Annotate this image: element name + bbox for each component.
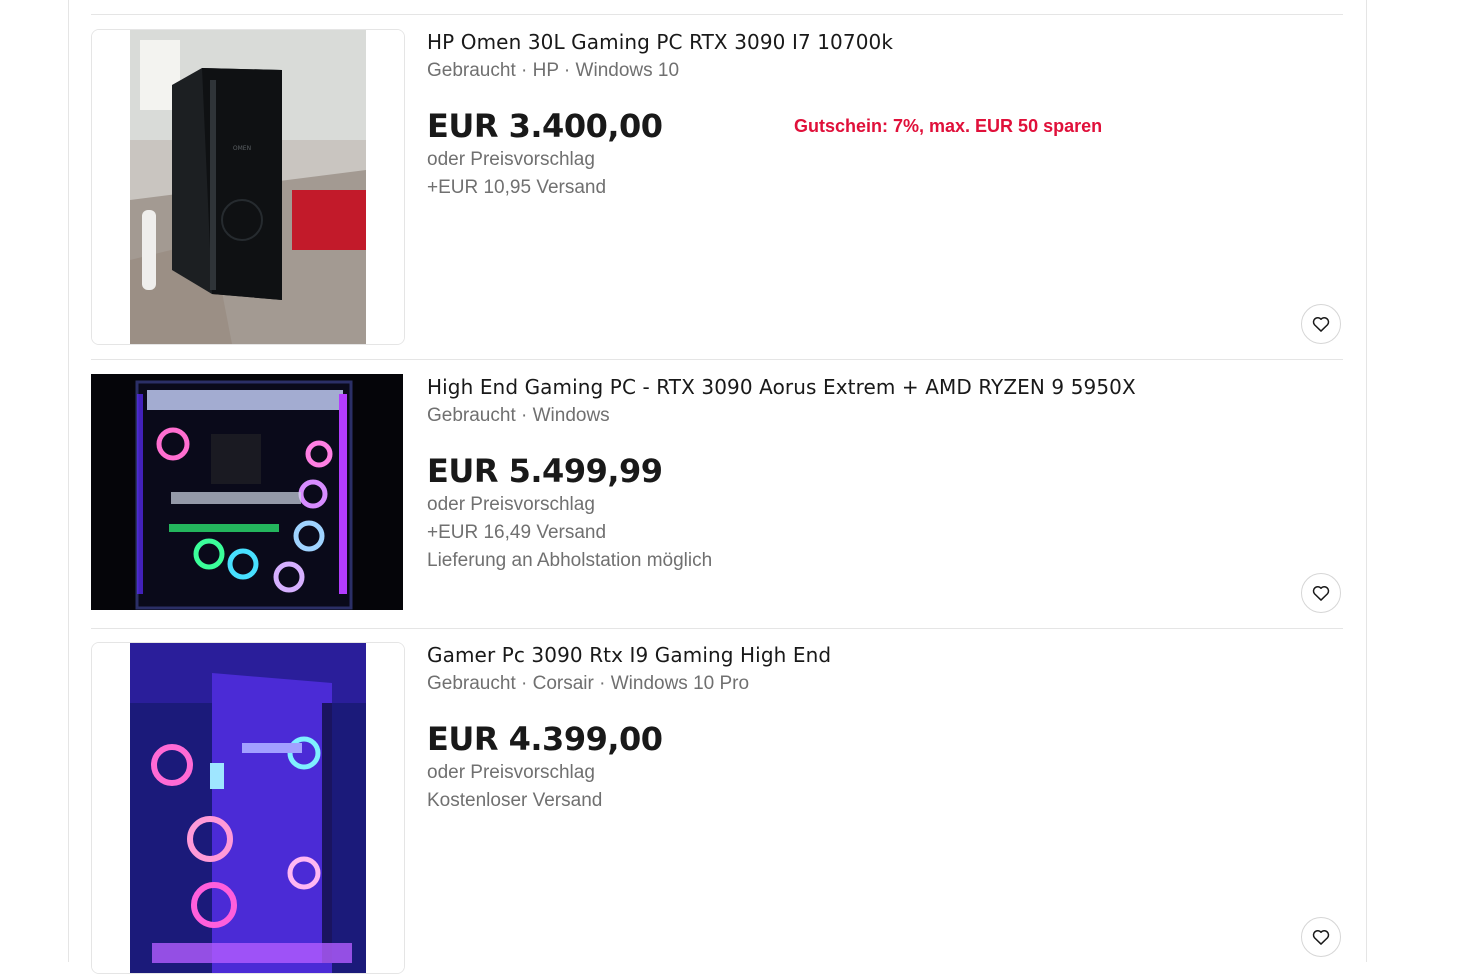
shipping-cost: +EUR 16,49 Versand: [427, 522, 607, 543]
best-offer-label: oder Preisvorschlag: [427, 494, 595, 515]
listing-image[interactable]: [91, 374, 403, 610]
item-divider: [91, 359, 1343, 360]
item-divider: [91, 628, 1343, 629]
shipping-cost: Kostenloser Versand: [427, 790, 603, 811]
heart-icon: [1312, 317, 1330, 332]
listing-price: EUR 4.399,00: [427, 720, 663, 758]
watchlist-button[interactable]: [1301, 917, 1341, 957]
listing-price: EUR 3.400,00: [427, 107, 663, 145]
gaming-pc-black-tower-photo: OMEN: [92, 30, 404, 344]
listing-subtitle: Gebraucht · HP · Windows 10: [427, 60, 680, 81]
watchlist-button[interactable]: [1301, 573, 1341, 613]
best-offer-label: oder Preisvorschlag: [427, 149, 595, 170]
heart-icon: [1312, 930, 1330, 945]
coupon-label[interactable]: Gutschein: 7%, max. EUR 50 sparen: [794, 116, 1102, 137]
listing-item[interactable]: High End Gaming PC - RTX 3090 Aorus Extr…: [91, 374, 1343, 628]
listing-title[interactable]: HP Omen 30L Gaming PC RTX 3090 I7 10700k: [427, 30, 893, 54]
listing-item[interactable]: OMEN HP Omen 30L Gaming PC RTX 3090 I7 1…: [91, 29, 1343, 359]
rgb-gaming-pc-photo: [91, 374, 403, 610]
item-divider: [91, 14, 1343, 15]
listing-title[interactable]: High End Gaming PC - RTX 3090 Aorus Extr…: [427, 375, 1136, 399]
listing-item[interactable]: Gamer Pc 3090 Rtx I9 Gaming High End Geb…: [91, 642, 1343, 974]
shipping-cost: +EUR 10,95 Versand: [427, 177, 607, 198]
listing-title[interactable]: Gamer Pc 3090 Rtx I9 Gaming High End: [427, 643, 831, 667]
listing-price: EUR 5.499,99: [427, 452, 663, 490]
heart-icon: [1312, 586, 1330, 601]
purple-rgb-gaming-pc-photo: [92, 643, 404, 973]
listing-subtitle: Gebraucht · Windows: [427, 405, 610, 426]
listing-image[interactable]: OMEN: [91, 29, 405, 345]
pickup-note: Lieferung an Abholstation möglich: [427, 550, 713, 571]
svg-text:OMEN: OMEN: [233, 145, 251, 152]
listing-image[interactable]: [91, 642, 405, 974]
watchlist-button[interactable]: [1301, 304, 1341, 344]
best-offer-label: oder Preisvorschlag: [427, 762, 595, 783]
listing-subtitle: Gebraucht · Corsair · Windows 10 Pro: [427, 673, 750, 694]
